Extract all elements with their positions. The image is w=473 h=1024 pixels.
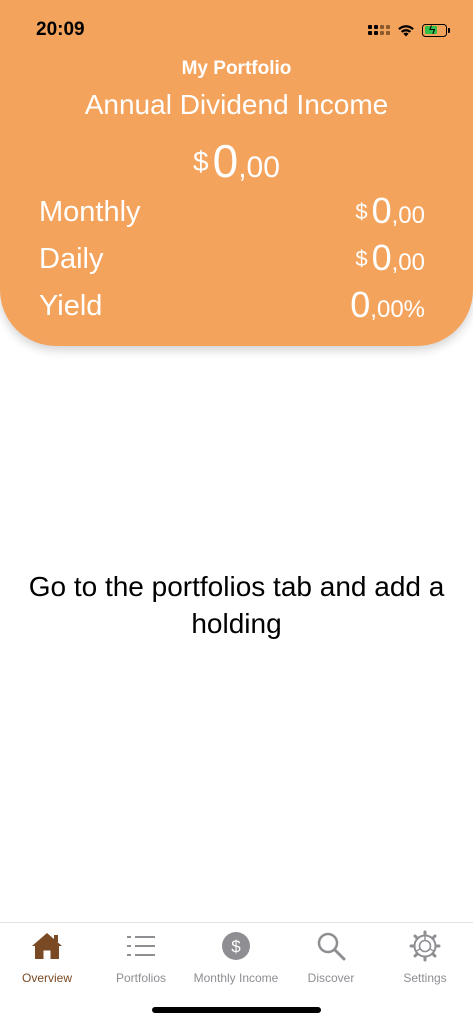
tab-discover[interactable]: Discover: [284, 929, 378, 989]
wifi-icon: [398, 25, 414, 37]
empty-state-message: Go to the portfolios tab and add a holdi…: [28, 571, 445, 639]
tab-portfolios[interactable]: Portfolios: [94, 929, 188, 989]
tab-monthly-income[interactable]: $ Monthly Income: [189, 929, 283, 989]
tab-settings[interactable]: Settings: [378, 929, 472, 989]
tab-label: Overview: [21, 971, 72, 985]
tab-label: Discover: [307, 971, 355, 985]
amount-whole: 0: [212, 135, 239, 187]
daily-label: Daily: [39, 243, 104, 275]
status-icons: ϟ: [368, 20, 450, 40]
tab-label: Settings: [403, 971, 447, 985]
gear-icon: [408, 929, 442, 963]
monthly-row: Monthly $0,00: [39, 190, 425, 236]
yield-row: Yield 0,00%: [39, 284, 425, 330]
monthly-value: $0,00: [355, 190, 425, 231]
search-icon: [314, 929, 348, 963]
monthly-label: Monthly: [39, 196, 141, 228]
annual-dividend-label: Annual Dividend Income: [84, 89, 389, 120]
portfolio-title: My Portfolio: [181, 58, 292, 79]
tab-label: Monthly Income: [193, 971, 279, 985]
portfolio-summary-header: 20:09 ϟ My Portfolio Annual Dividend Inc…: [0, 0, 473, 346]
annual-dividend-value: $0,00: [0, 134, 473, 188]
dollar-circle-icon: $: [219, 929, 253, 963]
tab-label: Portfolios: [115, 971, 167, 985]
yield-label: Yield: [39, 290, 103, 322]
home-icon: [30, 929, 64, 963]
list-icon: [124, 929, 158, 963]
amount-fraction: ,00: [238, 151, 280, 184]
cellular-signal-icon: [368, 25, 390, 35]
tab-overview[interactable]: Overview: [0, 929, 94, 989]
battery-charging-icon: ϟ: [422, 23, 450, 37]
svg-text:$: $: [231, 937, 241, 956]
yield-value: 0,00%: [350, 284, 425, 325]
currency-symbol: $: [193, 146, 209, 177]
home-indicator[interactable]: [152, 1007, 321, 1013]
daily-value: $0,00: [355, 237, 425, 278]
daily-row: Daily $0,00: [39, 237, 425, 283]
status-time: 20:09: [36, 19, 85, 40]
